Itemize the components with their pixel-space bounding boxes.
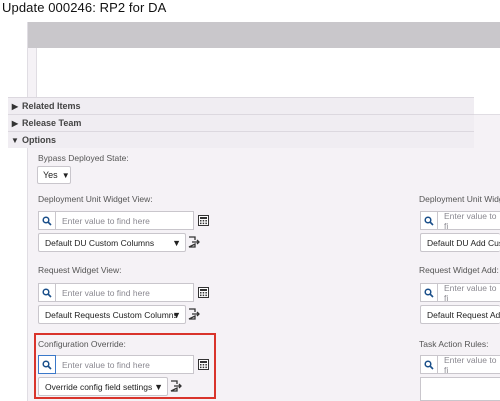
task-action-rules-label: Task Action Rules: [419,339,489,349]
open-link-icon[interactable] [188,308,200,320]
section-options-label: Options [22,135,56,145]
chevron-right-icon: ▶ [11,101,19,111]
search-button[interactable] [420,355,438,374]
du-widget-view-label: Deployment Unit Widget View: [38,194,153,204]
du-widget-view-dropdown[interactable]: Default DU Custom Columns ▼ [38,233,186,252]
section-options[interactable]: ▼ Options [8,131,474,148]
config-override-dropdown[interactable]: Override config field settings ▼ [38,377,168,396]
search-button[interactable] [38,283,56,302]
task-action-rules-input[interactable]: Enter value to fi [438,355,500,375]
search-button[interactable] [420,211,438,230]
du-widget-add-dropdown[interactable]: Default DU Add Cus [420,233,500,252]
du-widget-add-input[interactable]: Enter value to fi [438,211,500,231]
page-title: Update 000246: RP2 for DA [2,0,167,15]
du-widget-add-label: Deployment Unit Widge [419,194,500,204]
search-icon [424,359,434,370]
panel-header-bar [28,22,500,48]
request-widget-view-selected: Default Requests Custom Columns [45,309,178,320]
section-related-items-label: Related Items [22,101,81,111]
du-widget-view-input[interactable]: Enter value to find here [56,211,194,230]
request-widget-add-label: Request Widget Add: [419,265,499,275]
calculator-icon[interactable] [198,359,209,370]
config-override-selected: Override config field settings [45,381,153,392]
request-widget-view-label: Request Widget View: [38,265,122,275]
calculator-icon[interactable] [198,215,209,226]
bypass-label: Bypass Deployed State: [38,153,129,163]
search-button[interactable] [420,283,438,302]
search-button[interactable] [38,211,56,230]
task-action-rules-search: Enter value to fi [420,355,500,375]
chevron-right-icon: ▶ [11,118,19,128]
search-icon [424,215,434,226]
bypass-value: Yes [43,170,58,180]
chevron-down-icon: ▼ [172,238,181,248]
task-action-rules-list[interactable] [420,377,500,401]
request-widget-add-selected: Default Request Ad [427,309,500,320]
search-icon [424,287,434,298]
request-widget-view-dropdown[interactable]: Default Requests Custom Columns ▼ [38,305,186,324]
du-widget-view-selected: Default DU Custom Columns [45,237,155,248]
du-widget-add-search: Enter value to fi [420,211,500,231]
search-icon [42,359,52,370]
chevron-down-icon: ▼ [172,310,181,320]
search-icon [42,287,52,298]
open-link-icon[interactable] [170,380,182,392]
section-release-team[interactable]: ▶ Release Team [8,114,474,131]
config-override-search: Enter value to find here [38,355,209,374]
chevron-down-icon: ▼ [11,135,19,145]
request-widget-view-search: Enter value to find here [38,283,209,302]
search-icon [42,215,52,226]
du-widget-view-search: Enter value to find here [38,211,209,230]
search-button[interactable] [38,355,56,374]
request-widget-add-search: Enter value to fi [420,283,500,303]
chevron-down-icon: ▼ [154,382,163,392]
du-widget-add-selected: Default DU Add Cus [427,237,500,248]
request-widget-add-dropdown[interactable]: Default Request Ad [420,305,500,324]
bypass-select[interactable]: Yes ▼ [37,166,71,184]
chevron-down-icon: ▼ [61,170,70,180]
config-override-input[interactable]: Enter value to find here [56,355,194,374]
section-release-team-label: Release Team [22,118,82,128]
request-widget-view-input[interactable]: Enter value to find here [56,283,194,302]
section-related-items[interactable]: ▶ Related Items [8,97,474,114]
calculator-icon[interactable] [198,287,209,298]
open-link-icon[interactable] [188,236,200,248]
config-override-label: Configuration Override: [38,339,126,349]
request-widget-add-input[interactable]: Enter value to fi [438,283,500,303]
